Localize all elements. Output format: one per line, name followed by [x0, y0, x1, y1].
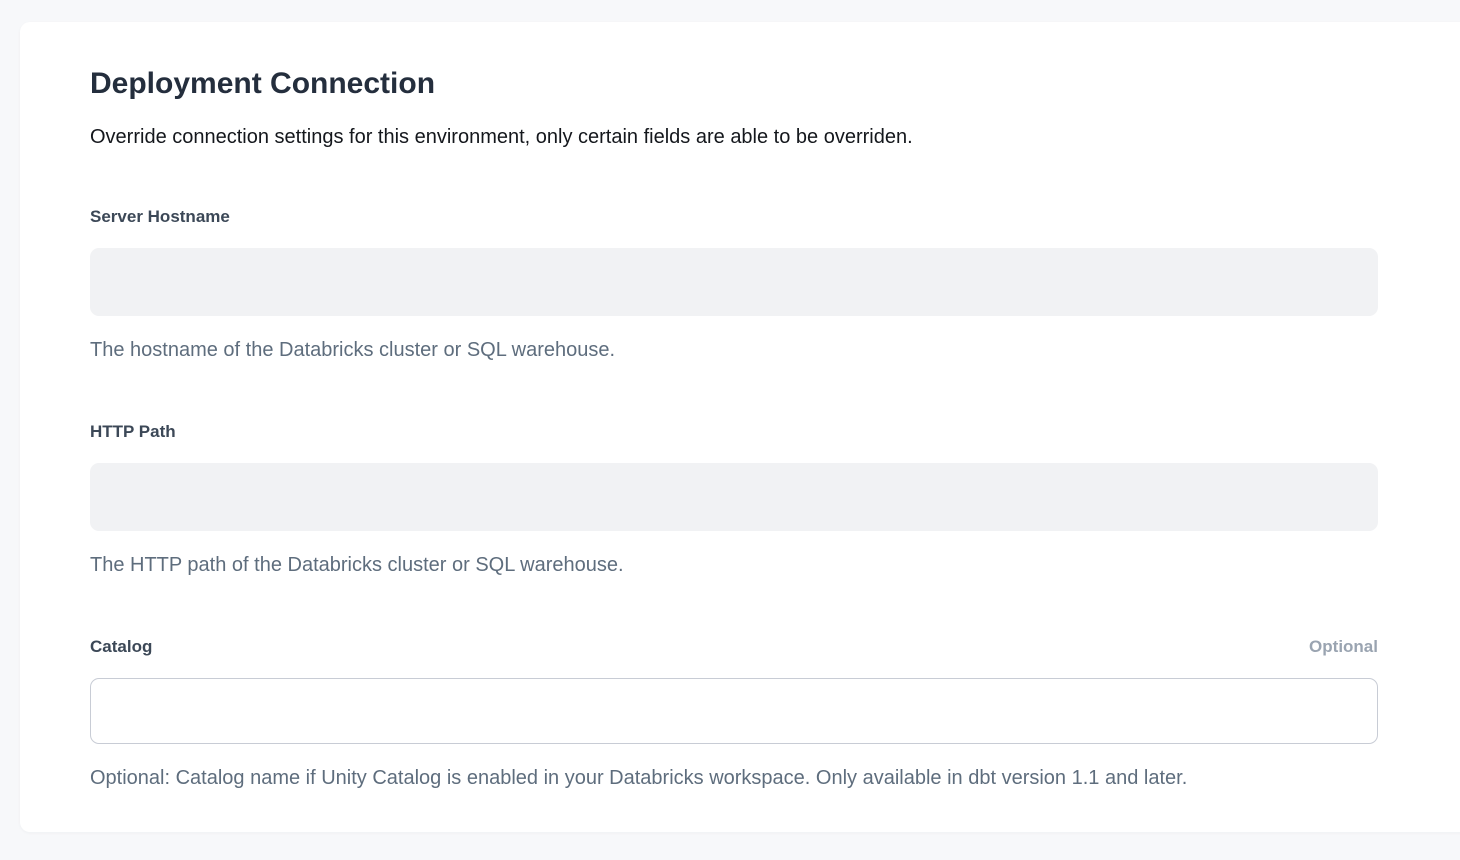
catalog-label: Catalog: [90, 636, 152, 658]
page-title: Deployment Connection: [90, 66, 1378, 102]
label-row: Catalog Optional: [90, 636, 1378, 658]
http-path-help: The HTTP path of the Databricks cluster …: [90, 552, 1378, 578]
field-http-path: HTTP Path The HTTP path of the Databrick…: [90, 421, 1378, 578]
server-hostname-label: Server Hostname: [90, 206, 230, 228]
http-path-label: HTTP Path: [90, 421, 176, 443]
label-row: HTTP Path: [90, 421, 1378, 443]
connection-form: Server Hostname The hostname of the Data…: [90, 206, 1378, 791]
http-path-input: [90, 463, 1378, 531]
field-catalog: Catalog Optional Optional: Catalog name …: [90, 636, 1378, 791]
catalog-input[interactable]: [90, 678, 1378, 744]
catalog-help: Optional: Catalog name if Unity Catalog …: [90, 765, 1378, 791]
page-subtitle: Override connection settings for this en…: [90, 124, 1378, 150]
field-server-hostname: Server Hostname The hostname of the Data…: [90, 206, 1378, 363]
label-row: Server Hostname: [90, 206, 1378, 228]
card-content: Deployment Connection Override connectio…: [20, 22, 1378, 791]
catalog-optional-badge: Optional: [1309, 636, 1378, 658]
deployment-connection-card: Deployment Connection Override connectio…: [20, 22, 1460, 832]
server-hostname-help: The hostname of the Databricks cluster o…: [90, 337, 1378, 363]
server-hostname-input: [90, 248, 1378, 316]
